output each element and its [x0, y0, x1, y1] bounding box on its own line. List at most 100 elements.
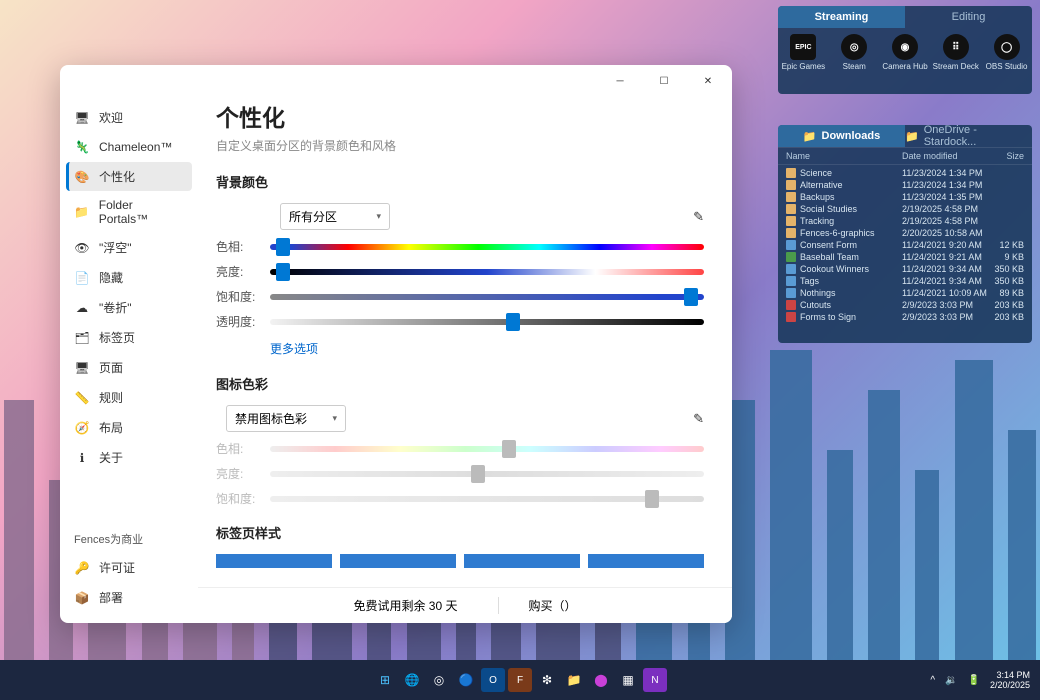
app-shortcut[interactable]: ◎Steam [832, 34, 876, 71]
bg-more-options-link[interactable]: 更多选项 [270, 340, 318, 357]
sidebar-item[interactable]: 🧭布局 [66, 413, 192, 442]
taskbar-center: ⊞ 🌐 ◎ 🔵 O F ❇ 📁 ⬤ ▦ N [373, 668, 667, 692]
fence-tab-downloads[interactable]: 📁Downloads [778, 125, 905, 147]
icon-hue-label: 色相: [216, 440, 260, 457]
maximize-button[interactable]: ☐ [642, 65, 686, 97]
file-icon [786, 288, 796, 298]
tab-style-options [216, 554, 704, 568]
start-icon[interactable]: ⊞ [373, 668, 397, 692]
list-item[interactable]: Consent Form11/24/2021 9:20 AM12 KB [778, 239, 1032, 251]
edge-icon[interactable]: 🌐 [400, 668, 424, 692]
close-button[interactable]: ✕ [686, 65, 730, 97]
file-icon [786, 228, 796, 238]
explorer-icon[interactable]: 📁 [562, 668, 586, 692]
tray-chevron-icon[interactable]: ^ [930, 675, 935, 686]
window-titlebar[interactable]: ─ ☐ ✕ [60, 65, 732, 97]
list-item[interactable]: Forms to Sign2/9/2023 3:03 PM203 KB [778, 311, 1032, 323]
tab-style-option[interactable] [588, 554, 704, 568]
tab-style-option[interactable] [464, 554, 580, 568]
sidebar-item[interactable]: 👁"浮空" [66, 233, 192, 262]
taskbar-clock[interactable]: 3:14 PM 2/20/2025 [990, 670, 1030, 691]
list-item[interactable]: Fences-6-graphics2/20/2025 10:58 AM [778, 227, 1032, 239]
app-label: Camera Hub [882, 62, 927, 71]
sidebar-item[interactable]: ℹ关于 [66, 443, 192, 472]
file-icon [786, 312, 796, 322]
license-icon: 🔑 [74, 560, 90, 576]
sidebar-item[interactable]: ☁"卷折" [66, 293, 192, 322]
bg-transparency-slider[interactable] [270, 319, 704, 325]
tray-battery-icon[interactable]: 🔋 [968, 675, 980, 686]
list-item[interactable]: Social Studies2/19/2025 4:58 PM [778, 203, 1032, 215]
app-shortcut[interactable]: ◉Camera Hub [883, 34, 927, 71]
icon-brightness-slider [270, 471, 704, 477]
sidebar-item[interactable]: 🔑许可证 [66, 553, 192, 582]
buy-link[interactable]: 购买（） [498, 597, 577, 614]
sidebar-item[interactable]: 🗂标签页 [66, 323, 192, 352]
fence-downloads[interactable]: 📁Downloads 📁OneDrive - Stardock... Name … [778, 125, 1032, 343]
sidebar-item[interactable]: 📏规则 [66, 383, 192, 412]
bg-brightness-slider[interactable] [270, 269, 704, 275]
list-item[interactable]: Backups11/23/2024 1:35 PM [778, 191, 1032, 203]
eyedropper-icon[interactable]: ✎ [693, 209, 704, 225]
trial-text: 免费试用剩余 30 天 [353, 597, 457, 614]
sidebar-item[interactable]: 📁Folder Portals™ [66, 192, 192, 232]
bg-zone-select[interactable]: 所有分区 ▾ [280, 203, 390, 230]
icon-saturation-slider [270, 496, 704, 502]
file-icon [786, 168, 796, 178]
sidebar-item[interactable]: 🖥欢迎 [66, 103, 192, 132]
file-icon [786, 240, 796, 250]
list-item[interactable]: Nothings11/24/2021 10:09 AM89 KB [778, 287, 1032, 299]
list-item[interactable]: Cutouts2/9/2023 3:03 PM203 KB [778, 299, 1032, 311]
app-icon[interactable]: O [481, 668, 505, 692]
app-icon[interactable]: 🔵 [454, 668, 478, 692]
section-bg-color-heading: 背景颜色 [216, 172, 704, 191]
bg-saturation-slider[interactable] [270, 294, 704, 300]
icon-tint-select[interactable]: 禁用图标色彩 ▾ [226, 405, 346, 432]
tab-style-option[interactable] [340, 554, 456, 568]
file-icon [786, 216, 796, 226]
sidebar-item[interactable]: 📦部署 [66, 583, 192, 612]
sidebar-item-label: 关于 [99, 449, 123, 466]
taskbar[interactable]: ⊞ 🌐 ◎ 🔵 O F ❇ 📁 ⬤ ▦ N ^ 🔉 🔋 3:14 PM 2/20… [0, 660, 1040, 700]
sidebar-item[interactable]: 🦎 Chameleon™ [66, 133, 192, 161]
list-item[interactable]: Baseball Team11/24/2021 9:21 AM9 KB [778, 251, 1032, 263]
app-shortcut[interactable]: ⠿Stream Deck [934, 34, 978, 71]
fence-tab-streaming[interactable]: Streaming [778, 6, 905, 28]
app-label: Epic Games [782, 62, 826, 71]
fence-tab-editing[interactable]: Editing [905, 6, 1032, 28]
fence-streaming[interactable]: Streaming Editing EPICEpic Games◎Steam◉C… [778, 6, 1032, 94]
folder-icon: 📁 [905, 130, 919, 143]
sidebar-item[interactable]: 📄隐藏 [66, 263, 192, 292]
sidebar-item[interactable]: 🎨个性化 [66, 162, 192, 191]
trial-footer: 免费试用剩余 30 天 购买（） [198, 587, 732, 623]
icon-brightness-label: 亮度: [216, 465, 260, 482]
tab-style-option[interactable] [216, 554, 332, 568]
minimize-button[interactable]: ─ [598, 65, 642, 97]
sidebar-item-label: Chameleon™ [99, 140, 172, 154]
app-shortcut[interactable]: EPICEpic Games [781, 34, 825, 71]
chevron-down-icon: ▾ [376, 211, 381, 222]
app-icon[interactable]: ❇ [535, 668, 559, 692]
list-item[interactable]: Alternative11/23/2024 1:34 PM [778, 179, 1032, 191]
file-icon [786, 192, 796, 202]
onenote-icon[interactable]: N [643, 668, 667, 692]
tray-network-icon[interactable]: 🔉 [945, 675, 957, 686]
eyedropper-icon[interactable]: ✎ [693, 411, 704, 427]
layout-icon: 🧭 [74, 420, 90, 436]
app-icon[interactable]: ⬤ [589, 668, 613, 692]
list-item[interactable]: Tracking2/19/2025 4:58 PM [778, 215, 1032, 227]
chameleon-icon: 🦎 [74, 139, 90, 155]
fence-tab-onedrive[interactable]: 📁OneDrive - Stardock... [905, 125, 1032, 147]
list-item[interactable]: Science11/23/2024 1:34 PM [778, 167, 1032, 179]
list-item[interactable]: Tags11/24/2021 9:34 AM350 KB [778, 275, 1032, 287]
sidebar-item[interactable]: 🖥页面 [66, 353, 192, 382]
app-icon[interactable]: F [508, 668, 532, 692]
list-item[interactable]: Cookout Winners11/24/2021 9:34 AM350 KB [778, 263, 1032, 275]
app-shortcut[interactable]: ◯OBS Studio [985, 34, 1029, 71]
app-icon[interactable]: ◎ [427, 668, 451, 692]
file-icon [786, 264, 796, 274]
sidebar-item-label: 规则 [99, 389, 123, 406]
app-icon[interactable]: ▦ [616, 668, 640, 692]
float-icon: 👁 [74, 240, 90, 256]
bg-hue-slider[interactable] [270, 244, 704, 250]
